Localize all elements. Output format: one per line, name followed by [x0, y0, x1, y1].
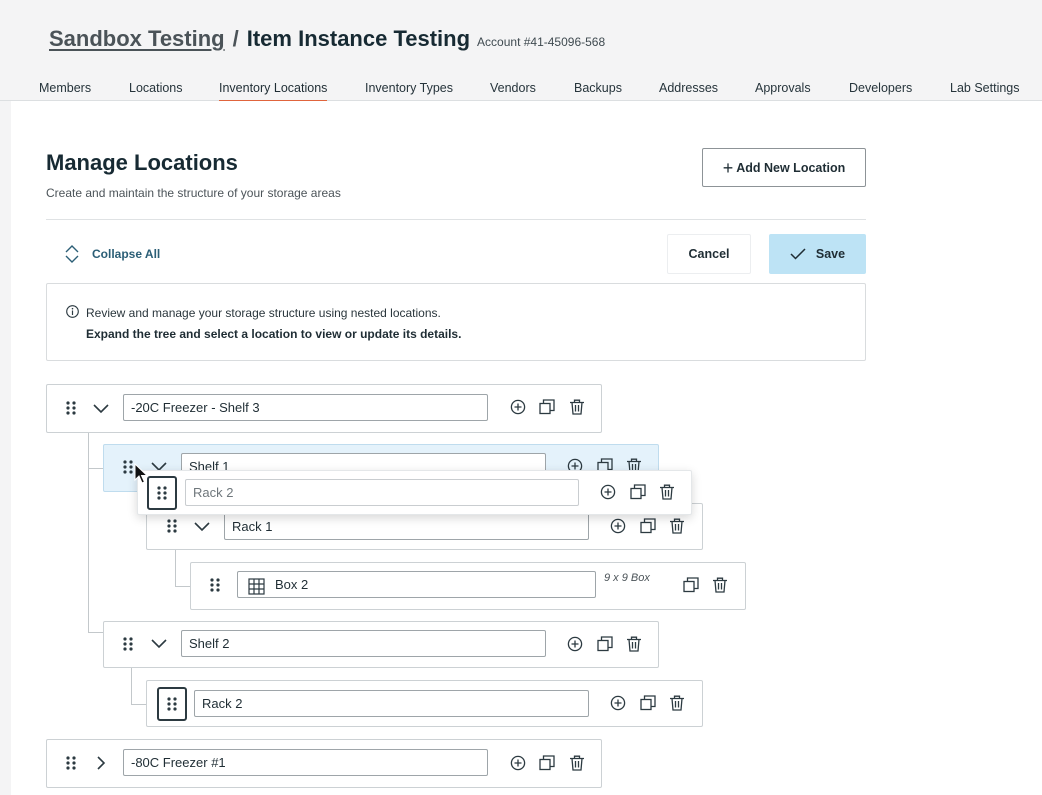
info-icon [66, 305, 79, 318]
location-name-input[interactable]: -80C Freezer #1 [123, 749, 488, 776]
breadcrumb-separator: / [232, 26, 239, 51]
breadcrumb-current: Item Instance Testing [246, 26, 471, 51]
info-box: Review and manage your storage structure… [46, 283, 866, 361]
add-circle-icon[interactable] [510, 755, 526, 771]
tree-connector [88, 468, 103, 469]
trash-icon[interactable] [626, 636, 642, 652]
collapse-all-label: Collapse All [92, 247, 161, 261]
tab-lab-settings[interactable]: Lab Settings [950, 81, 1020, 95]
drag-handle-icon[interactable] [210, 578, 220, 592]
add-circle-icon[interactable] [510, 399, 526, 415]
drag-handle-icon[interactable] [167, 519, 177, 533]
drag-handle-focused[interactable] [157, 687, 187, 721]
divider [46, 219, 866, 220]
add-circle-icon[interactable] [610, 518, 626, 534]
location-name-input: Rack 2 [185, 479, 579, 506]
location-name-input[interactable]: Rack 2 [194, 690, 589, 717]
drag-handle-icon[interactable] [123, 637, 133, 651]
plus-icon: + [722, 157, 734, 178]
collapse-icon [65, 245, 79, 263]
collapse-all-button[interactable]: Collapse All [64, 245, 160, 263]
drag-handle-focused[interactable] [147, 476, 177, 510]
chevron-down-icon[interactable] [93, 404, 109, 414]
grid-icon [248, 578, 265, 595]
copy-icon [630, 484, 646, 500]
location-name-input[interactable]: Rack 1 [224, 513, 589, 540]
tree-node-freezer-shelf-3[interactable]: -20C Freezer - Shelf 3 [46, 384, 602, 433]
add-new-location-label: Add New Location [736, 160, 846, 175]
drag-handle-icon[interactable] [123, 460, 133, 474]
tree-node-freezer-80c[interactable]: -80C Freezer #1 [46, 739, 602, 788]
tree-connector [175, 550, 176, 586]
copy-icon[interactable] [539, 399, 555, 415]
copy-icon[interactable] [539, 755, 555, 771]
drag-handle-icon[interactable] [66, 401, 76, 415]
tab-inventory-locations[interactable]: Inventory Locations [219, 81, 328, 102]
tree-connector [131, 668, 132, 704]
tab-inventory-types[interactable]: Inventory Types [365, 81, 453, 95]
breadcrumb: Sandbox Testing / Item Instance Testing … [49, 26, 605, 52]
location-name-input[interactable]: Shelf 2 [181, 630, 546, 657]
trash-icon[interactable] [669, 695, 685, 711]
tab-addresses[interactable]: Addresses [659, 81, 718, 95]
tree-node-shelf-2[interactable]: Shelf 2 [103, 621, 659, 668]
copy-icon[interactable] [640, 695, 656, 711]
add-new-location-button[interactable]: + Add New Location [702, 148, 866, 187]
info-text: Review and manage your storage structure… [86, 306, 441, 320]
chevron-down-icon[interactable] [151, 639, 167, 649]
breadcrumb-parent-link[interactable]: Sandbox Testing [49, 26, 225, 52]
add-circle-icon[interactable] [610, 695, 626, 711]
copy-icon[interactable] [640, 518, 656, 534]
tab-backups[interactable]: Backups [574, 81, 622, 95]
box-dimensions: 9 x 9 Box [604, 572, 650, 584]
tab-vendors[interactable]: Vendors [490, 81, 536, 95]
tree-connector [88, 432, 89, 632]
drag-handle-icon [157, 486, 167, 500]
add-circle-icon[interactable] [567, 636, 583, 652]
trash-icon[interactable] [669, 518, 685, 534]
trash-icon[interactable] [712, 577, 728, 593]
drag-handle-icon [167, 697, 177, 711]
tab-members[interactable]: Members [39, 81, 91, 95]
tab-developers[interactable]: Developers [849, 81, 912, 95]
tree-connector [88, 632, 103, 633]
mouse-cursor-icon [134, 463, 148, 484]
header: Sandbox Testing / Item Instance Testing … [0, 0, 1042, 102]
trash-icon[interactable] [569, 755, 585, 771]
check-icon [790, 248, 806, 260]
tree-connector [131, 704, 146, 705]
save-label: Save [815, 247, 846, 261]
tab-locations[interactable]: Locations [129, 81, 183, 95]
location-name-input[interactable]: Box 2 [237, 571, 596, 598]
chevron-right-icon[interactable] [97, 756, 107, 772]
trash-icon[interactable] [569, 399, 585, 415]
drag-handle-icon[interactable] [66, 756, 76, 770]
trash-icon [659, 484, 675, 500]
info-text-bold: Expand the tree and select a location to… [86, 327, 462, 341]
location-name-input[interactable]: -20C Freezer - Shelf 3 [123, 394, 488, 421]
page-subtitle: Create and maintain the structure of you… [46, 186, 341, 200]
save-button[interactable]: Save [769, 234, 866, 274]
tab-approvals[interactable]: Approvals [755, 81, 811, 95]
tab-bar: Members Locations Inventory Locations In… [0, 70, 1042, 102]
tree-node-box-2[interactable]: Box 2 9 x 9 Box [190, 562, 746, 610]
chevron-down-icon[interactable] [194, 522, 210, 532]
tree-connector [175, 586, 190, 587]
account-number: Account #41-45096-568 [477, 35, 606, 49]
add-circle-icon [600, 484, 616, 500]
tree-node-rack-2[interactable]: Rack 2 [146, 680, 703, 727]
page-title: Manage Locations [46, 150, 238, 175]
cancel-button[interactable]: Cancel [667, 234, 751, 274]
copy-icon[interactable] [597, 636, 613, 652]
drag-ghost-rack-2[interactable]: Rack 2 [137, 470, 692, 515]
copy-icon[interactable] [683, 577, 699, 593]
